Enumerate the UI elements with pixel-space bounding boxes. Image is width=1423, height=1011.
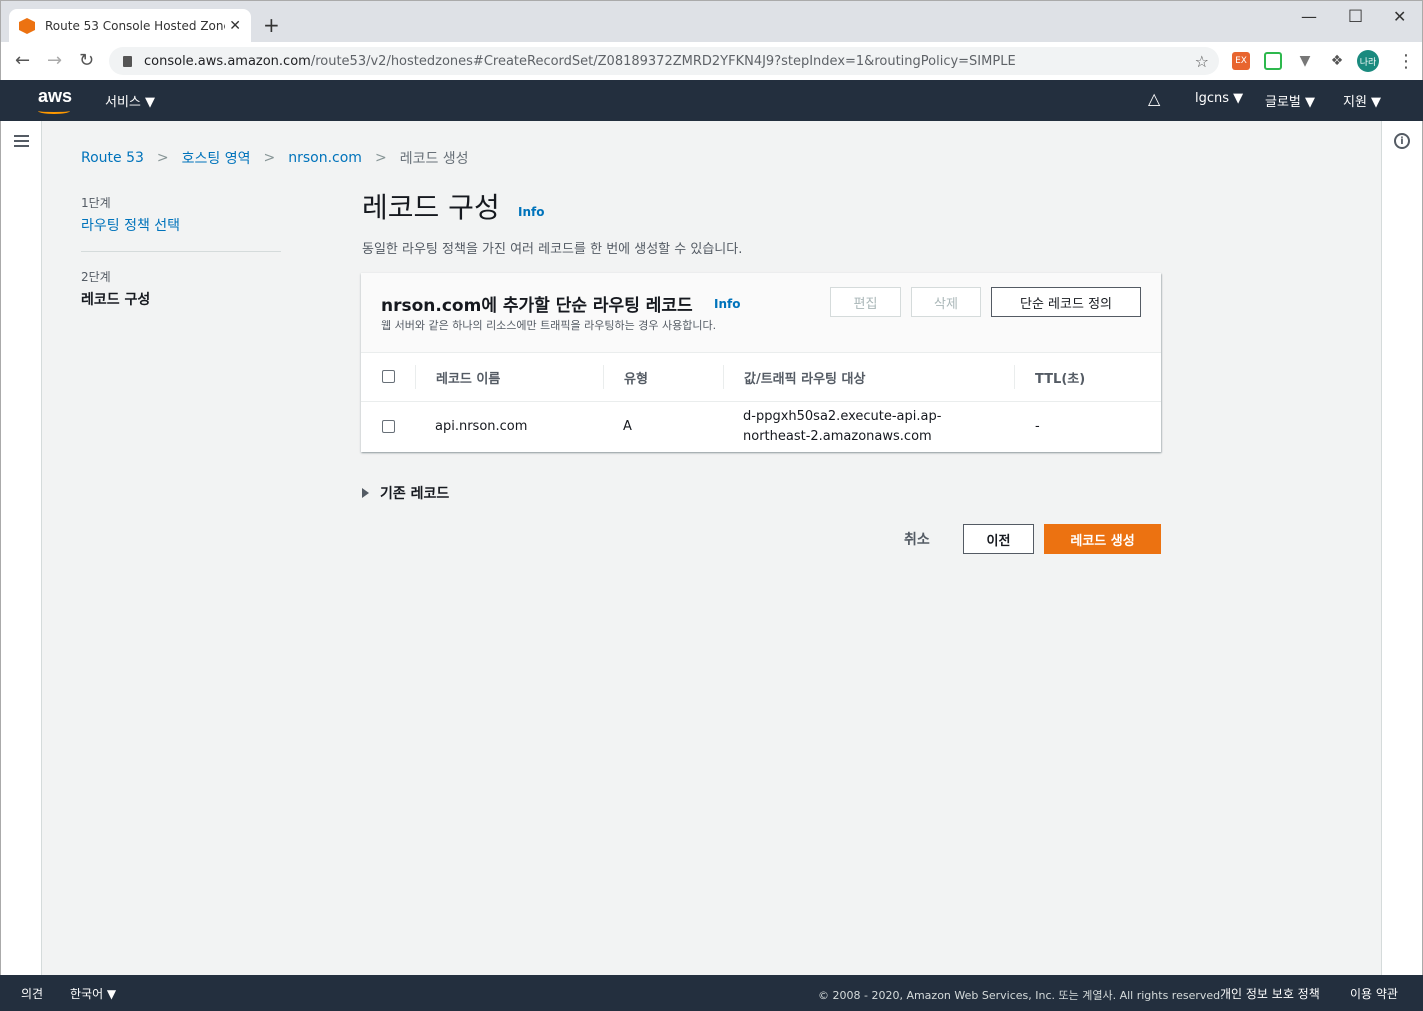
new-tab-icon[interactable]: + [263,13,280,37]
forward-icon[interactable]: → [47,50,62,71]
browser-menu-icon[interactable]: ⋮ [1397,51,1415,72]
extension-v-icon[interactable]: ▼ [1296,52,1314,70]
minimize-icon[interactable]: — [1301,7,1317,26]
define-simple-record-button[interactable]: 단순 레코드 정의 [991,287,1141,317]
column-header-type[interactable]: 유형 [624,353,648,401]
feedback-link[interactable]: 의견 [21,985,43,1002]
step-1-link[interactable]: 라우팅 정책 선택 [81,215,281,235]
browser-tab-bar: Route 53 Console Hosted Zone ✕ + — □ ✕ [0,0,1423,43]
panel-header: nrson.com에 추가할 단순 라우팅 레코드 Info 웹 서버와 같은 … [361,273,1161,353]
info-icon[interactable]: i [1394,133,1410,149]
records-panel: nrson.com에 추가할 단순 라우팅 레코드 Info 웹 서버와 같은 … [361,273,1161,452]
url-input[interactable]: console.aws.amazon.com/route53/v2/hosted… [109,47,1219,75]
chevron-right-icon: > [263,150,276,166]
create-records-button[interactable]: 레코드 생성 [1044,524,1161,554]
maximize-icon[interactable]: □ [1348,5,1363,24]
record-value-line2: northeast-2.amazonaws.com [743,429,932,444]
extension-ex-icon[interactable]: EX [1232,52,1250,70]
column-header-ttl[interactable]: TTL(초) [1035,353,1085,401]
column-divider [603,365,604,389]
profile-avatar[interactable]: 나라 [1357,50,1379,72]
wizard-steps: 1단계 라우팅 정책 선택 2단계 레코드 구성 [81,194,281,309]
record-ttl-cell: - [1035,419,1040,434]
previous-button[interactable]: 이전 [963,524,1034,554]
browser-tab[interactable]: Route 53 Console Hosted Zone ✕ [9,9,251,43]
region-menu[interactable]: 글로벌 ▼ [1265,91,1315,110]
route53-favicon-icon [19,18,35,34]
breadcrumb-hosted-zones[interactable]: 호스팅 영역 [182,148,251,168]
language-selector[interactable]: 한국어 ▼ [70,985,116,1002]
column-header-name[interactable]: 레코드 이름 [436,353,500,401]
delete-button[interactable]: 삭제 [911,287,981,317]
breadcrumb-route53[interactable]: Route 53 [81,150,144,166]
record-name-cell: api.nrson.com [435,419,528,434]
bell-icon[interactable]: △ [1148,89,1160,108]
breadcrumb-current: 레코드 생성 [399,151,469,167]
url-text: console.aws.amazon.com/route53/v2/hosted… [144,53,1016,69]
extension-green-icon[interactable] [1264,52,1282,70]
existing-records-expander[interactable]: 기존 레코드 [362,483,449,503]
bookmark-star-icon[interactable]: ☆ [1195,52,1209,71]
support-menu[interactable]: 지원 ▼ [1343,91,1381,110]
page-title: 레코드 구성 [362,191,500,224]
terms-link[interactable]: 이용 약관 [1350,985,1398,1002]
services-menu[interactable]: 서비스 ▼ [105,91,155,110]
aws-logo[interactable]: aws [38,86,72,107]
tab-title: Route 53 Console Hosted Zone [45,19,225,33]
breadcrumb-zone[interactable]: nrson.com [288,150,362,166]
record-value-line1: d-ppgxh50sa2.execute-api.ap- [743,409,942,424]
tab-close-icon[interactable]: ✕ [229,18,241,34]
column-divider [723,365,724,389]
column-divider [1014,365,1015,389]
cancel-button[interactable]: 취소 [904,529,930,549]
window-close-icon[interactable]: ✕ [1393,7,1406,26]
aws-top-nav: aws 서비스 ▼ △ lgcns ▼ 글로벌 ▼ 지원 ▼ [0,80,1423,121]
copyright-text: © 2008 - 2020, Amazon Web Services, Inc.… [818,989,1224,1002]
chevron-right-icon: > [374,150,387,166]
edit-button[interactable]: 편집 [830,287,901,317]
back-icon[interactable]: ← [15,50,30,71]
record-type-cell: A [623,419,632,434]
panel-title: nrson.com에 추가할 단순 라우팅 레코드 [381,296,693,316]
lock-icon [123,55,132,67]
reload-icon[interactable]: ↻ [79,50,94,71]
page-info-link[interactable]: Info [518,205,544,219]
panel-info-link[interactable]: Info [714,297,740,311]
step-2-label: 2단계 [81,270,111,284]
aws-smile-icon [38,108,70,114]
breadcrumb: Route 53 > 호스팅 영역 > nrson.com > 레코드 생성 [81,148,469,168]
existing-records-label: 기존 레코드 [380,486,450,502]
step-2-current: 레코드 구성 [81,292,151,308]
right-help-rail: i [1381,121,1423,975]
left-nav-rail [0,121,42,975]
select-all-checkbox[interactable] [382,370,395,383]
step-1-label: 1단계 [81,196,111,210]
console-footer: 의견 한국어 ▼ © 2008 - 2020, Amazon Web Servi… [0,975,1423,1011]
column-header-value[interactable]: 값/트래픽 라우팅 대상 [744,353,865,401]
step-divider [81,251,281,252]
extensions-puzzle-icon[interactable]: ❖ [1328,52,1346,70]
chevron-right-icon: > [156,150,169,166]
panel-description: 웹 서버와 같은 하나의 리소스에만 트래픽을 라우팅하는 경우 사용합니다. [381,319,717,332]
hamburger-menu-icon[interactable] [14,135,29,147]
column-divider [415,365,416,389]
privacy-policy-link[interactable]: 개인 정보 보호 정책 [1220,985,1320,1002]
caret-right-icon [362,488,369,498]
row-checkbox[interactable] [382,420,395,433]
address-bar-row: ← → ↻ console.aws.amazon.com/route53/v2/… [0,42,1423,80]
row-divider [361,401,1161,402]
account-menu[interactable]: lgcns ▼ [1195,91,1243,106]
page-description: 동일한 라우팅 정책을 가진 여러 레코드를 한 번에 생성할 수 있습니다. [362,242,743,257]
